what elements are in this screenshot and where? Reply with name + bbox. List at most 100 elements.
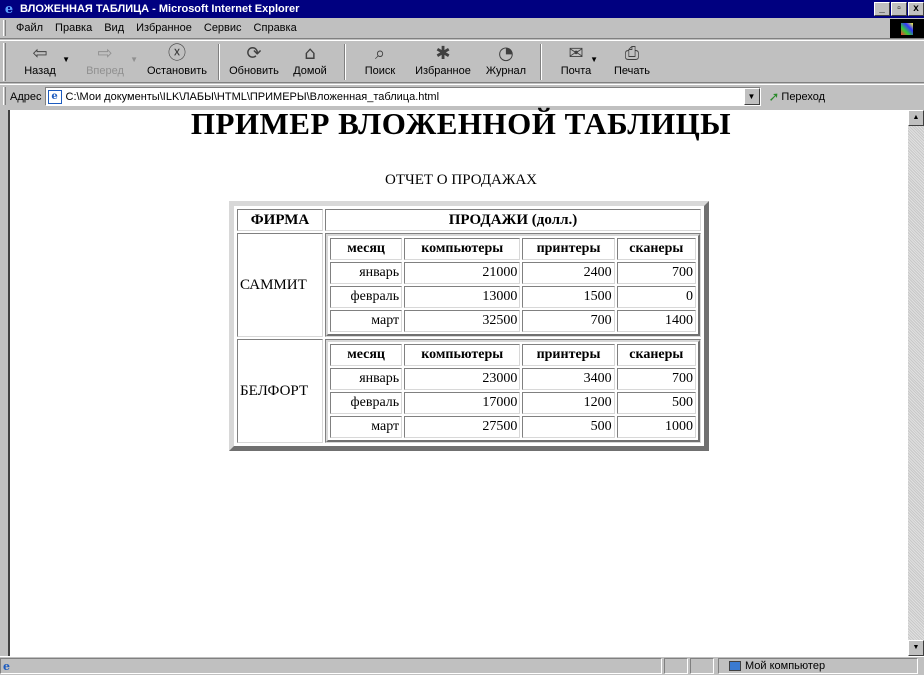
table-row: январь 21000 2400 700	[330, 262, 696, 284]
menu-edit[interactable]: Правка	[55, 22, 92, 34]
menu-help[interactable]: Справка	[254, 22, 297, 34]
address-input[interactable]: e C:\Мои документы\ILK\ЛАБЫ\HTML\ПРИМЕРЫ…	[44, 87, 761, 106]
cell-month: февраль	[330, 286, 403, 308]
cell-computers: 23000	[404, 368, 521, 390]
back-button[interactable]: ⇦ Назад ▼	[12, 41, 70, 81]
stop-button[interactable]: ⓧ Остановить	[142, 41, 212, 81]
print-button[interactable]: ⎙ Печать	[604, 41, 660, 81]
history-icon: ◔	[498, 43, 514, 64]
menubar-grip[interactable]	[3, 20, 6, 36]
scroll-up-button[interactable]: ▲	[908, 110, 924, 126]
status-bar: e Мой компьютер	[0, 656, 924, 675]
nested-cell: месяц компьютеры принтеры сканеры январь…	[325, 233, 701, 337]
vertical-scrollbar[interactable]: ▲ ▼	[908, 110, 924, 656]
table-row: февраль 17000 1200 500	[330, 392, 696, 414]
window-title: ВЛОЖЕННАЯ ТАБЛИЦА - Microsoft Internet E…	[20, 3, 300, 15]
windows-flag-icon	[901, 22, 913, 35]
my-computer-icon	[729, 661, 741, 671]
zone-label: Мой компьютер	[745, 660, 826, 672]
ie-icon: e	[4, 1, 14, 17]
inner-table: месяц компьютеры принтеры сканеры январь…	[326, 340, 700, 442]
menu-tools[interactable]: Сервис	[204, 22, 242, 34]
favorites-label: Избранное	[415, 65, 471, 77]
sales-table: ФИРМА ПРОДАЖИ (долл.) САММИТ месяц компь…	[229, 201, 709, 451]
cell-scanners: 0	[616, 286, 696, 308]
search-label: Поиск	[364, 65, 396, 77]
menu-favorites[interactable]: Избранное	[136, 22, 192, 34]
windows-logo	[890, 19, 924, 38]
page-heading: ПРИМЕР ВЛОЖЕННОЙ ТАБЛИЦЫ	[190, 106, 732, 141]
refresh-label: Обновить	[229, 65, 279, 77]
cell-computers: 13000	[404, 286, 521, 308]
col-computers: компьютеры	[404, 344, 521, 366]
address-dropdown-button[interactable]: ▼	[743, 88, 760, 105]
address-bar: Адрес e C:\Мои документы\ILK\ЛАБЫ\HTML\П…	[0, 84, 924, 108]
minimize-button[interactable]: _	[874, 2, 890, 16]
home-button[interactable]: ⌂ Домой	[282, 41, 338, 81]
cell-month: март	[330, 310, 403, 332]
search-button[interactable]: ⌕ Поиск	[352, 41, 408, 81]
cell-printers: 1200	[522, 392, 615, 414]
print-label: Печать	[613, 65, 651, 77]
col-printers: принтеры	[522, 238, 615, 260]
status-lock	[690, 658, 714, 674]
menu-file[interactable]: Файл	[16, 22, 43, 34]
table-row: февраль 13000 1500 0	[330, 286, 696, 308]
cell-printers: 1500	[522, 286, 615, 308]
search-icon: ⌕	[374, 43, 386, 64]
cell-printers: 700	[522, 310, 615, 332]
cell-scanners: 700	[616, 262, 696, 284]
firm-row: САММИТ месяц компьютеры принтеры сканеры	[237, 233, 701, 337]
header-firm: ФИРМА	[237, 209, 323, 231]
menu-view[interactable]: Вид	[104, 22, 124, 34]
back-arrow-icon: ⇦	[32, 43, 48, 64]
toolbar: ⇦ Назад ▼ ⇨ Вперед ▼ ⓧ Остановить ⟳ Обно…	[0, 40, 924, 83]
stop-icon: ⓧ	[168, 43, 186, 64]
forward-button[interactable]: ⇨ Вперед ▼	[74, 41, 138, 81]
page-viewport[interactable]: ПРИМЕР ВЛОЖЕННОЙ ТАБЛИЦЫ ОТЧЕТ О ПРОДАЖА…	[8, 106, 910, 656]
go-button[interactable]: ➚ Переход	[769, 89, 826, 105]
go-arrow-icon: ➚	[768, 88, 780, 104]
cell-printers: 500	[522, 416, 615, 438]
cell-month: январь	[330, 262, 403, 284]
table-row: январь 23000 3400 700	[330, 368, 696, 390]
inner-table: месяц компьютеры принтеры сканеры январь…	[326, 234, 700, 336]
status-main: e	[0, 658, 662, 674]
mail-icon: ✉	[568, 43, 584, 64]
page-icon: e	[47, 89, 62, 104]
favorites-button[interactable]: ✱ Избранное	[408, 41, 478, 81]
table-row: март 27500 500 1000	[330, 416, 696, 438]
toolbar-grip[interactable]	[3, 43, 6, 81]
inner-header-row: месяц компьютеры принтеры сканеры	[330, 344, 696, 366]
close-button[interactable]: x	[908, 2, 924, 16]
forward-label: Вперед	[86, 65, 124, 77]
print-icon: ⎙	[624, 43, 640, 64]
status-zone: Мой компьютер	[718, 658, 918, 674]
address-value[interactable]: C:\Мои документы\ILK\ЛАБЫ\HTML\ПРИМЕРЫ\В…	[66, 91, 440, 103]
stop-label: Остановить	[146, 65, 208, 77]
go-label: Переход	[781, 90, 826, 103]
cell-scanners: 500	[616, 392, 696, 414]
mail-dropdown-icon[interactable]: ▼	[590, 55, 598, 64]
col-month: месяц	[330, 238, 403, 260]
forward-dropdown-icon[interactable]: ▼	[130, 55, 138, 64]
toolbar-separator	[218, 44, 220, 80]
history-label: Журнал	[485, 65, 527, 77]
col-scanners: сканеры	[616, 238, 696, 260]
cell-month: январь	[330, 368, 403, 390]
addressbar-grip[interactable]	[3, 87, 6, 105]
back-label: Назад	[24, 65, 56, 77]
cell-month: февраль	[330, 392, 403, 414]
address-label: Адрес	[10, 90, 42, 103]
maximize-button[interactable]: ▫	[891, 2, 907, 16]
table-row: март 32500 700 1400	[330, 310, 696, 332]
mail-button[interactable]: ✉ Почта ▼	[548, 41, 604, 81]
back-dropdown-icon[interactable]: ▼	[62, 55, 70, 64]
scroll-down-button[interactable]: ▼	[908, 640, 924, 656]
firm-name: САММИТ	[237, 233, 323, 337]
favorites-icon: ✱	[435, 43, 451, 64]
history-button[interactable]: ◔ Журнал	[478, 41, 534, 81]
firm-name: БЕЛФОРТ	[237, 339, 323, 443]
firm-row: БЕЛФОРТ месяц компьютеры принтеры сканер…	[237, 339, 701, 443]
refresh-button[interactable]: ⟳ Обновить	[226, 41, 282, 81]
